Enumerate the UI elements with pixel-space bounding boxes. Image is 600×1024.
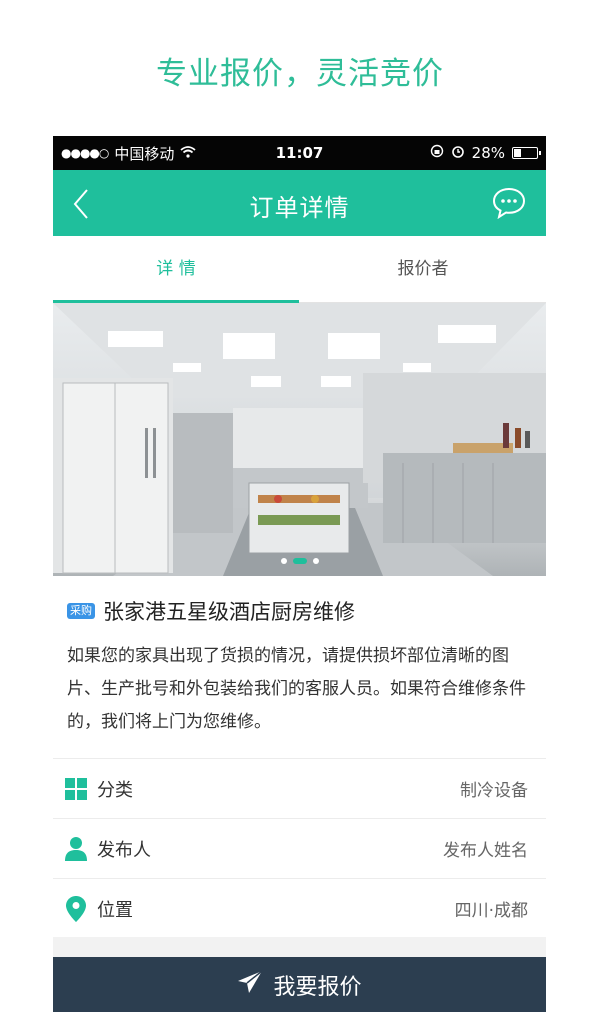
status-bar: ●●●●○ 中国移动 11:07 28% bbox=[53, 136, 546, 170]
order-title: 张家港五星级酒店厨房维修 bbox=[103, 600, 355, 624]
detail-value: 四川·成都 bbox=[454, 901, 528, 921]
location-pin-icon bbox=[65, 895, 87, 922]
tab-details[interactable]: 详 情 bbox=[53, 236, 299, 302]
order-title-row: 采购 张家港五星级酒店厨房维修 bbox=[53, 576, 546, 626]
person-icon bbox=[65, 836, 87, 861]
purchase-tag: 采购 bbox=[67, 603, 95, 619]
tab-bar: 详 情 报价者 bbox=[53, 236, 546, 303]
paper-plane-icon bbox=[237, 969, 263, 1000]
detail-row-publisher[interactable]: 发布人 发布人姓名 bbox=[53, 818, 546, 878]
kitchen-image bbox=[53, 303, 546, 576]
grid-icon bbox=[65, 777, 87, 801]
tab-bidders[interactable]: 报价者 bbox=[300, 236, 546, 302]
section-divider bbox=[53, 937, 546, 957]
quote-button[interactable]: 我要报价 bbox=[53, 957, 546, 1012]
detail-value: 发布人姓名 bbox=[443, 841, 528, 861]
banner-carousel[interactable] bbox=[53, 303, 546, 576]
detail-value: 制冷设备 bbox=[460, 781, 528, 801]
nav-bar: 订单详情 bbox=[53, 170, 546, 236]
detail-row-location[interactable]: 位置 四川·成都 bbox=[53, 878, 546, 938]
pager-dot[interactable] bbox=[312, 558, 319, 564]
carousel-pager bbox=[53, 558, 546, 564]
quote-button-label: 我要报价 bbox=[273, 974, 362, 1000]
detail-label: 发布人 bbox=[97, 839, 151, 861]
page-title: 订单详情 bbox=[249, 194, 350, 222]
phone-screen: ●●●●○ 中国移动 11:07 28% 订单详情 详 情 报价者 采购 张家港… bbox=[53, 136, 546, 1012]
battery-percent: 28% bbox=[471, 144, 505, 162]
alarm-icon bbox=[451, 144, 465, 162]
detail-row-category[interactable]: 分类 制冷设备 bbox=[53, 758, 546, 818]
pager-dot-active[interactable] bbox=[292, 558, 307, 564]
rotation-lock-icon bbox=[430, 144, 444, 162]
chat-bubble-icon[interactable] bbox=[492, 187, 526, 220]
order-description: 如果您的家具出现了货损的情况，请提供损坏部位清晰的图片、生产批号和外包装给我们的… bbox=[67, 646, 526, 732]
battery-icon bbox=[512, 147, 541, 159]
details-list: 分类 制冷设备 发布人 发布人姓名 位置 四川·成都 bbox=[53, 758, 546, 938]
detail-label: 位置 bbox=[97, 899, 133, 921]
promo-headline: 专业报价，灵活竞价 bbox=[156, 56, 444, 92]
pager-dot[interactable] bbox=[280, 558, 287, 564]
detail-label: 分类 bbox=[97, 779, 133, 801]
